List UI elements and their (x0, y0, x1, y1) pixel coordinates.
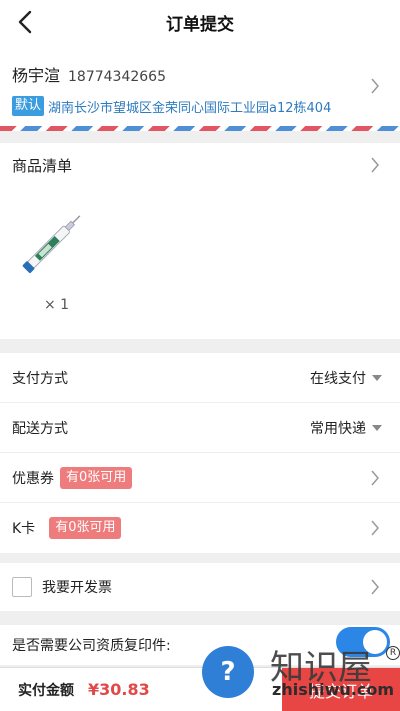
dropdown-triangle-icon (372, 375, 382, 381)
chevron-right-icon (370, 520, 380, 536)
page-title: 订单提交 (166, 14, 234, 35)
order-options: 支付方式 在线支付 配送方式 常用快递 优惠券 有0张可用 K卡 有0张可用 (0, 353, 400, 553)
coupon-row[interactable]: 优惠券 有0张可用 (0, 453, 400, 503)
kcard-row[interactable]: K卡 有0张可用 (0, 503, 400, 553)
registered-icon: R (386, 646, 400, 660)
total-amount: ¥30.83 (88, 680, 150, 699)
invoice-label: 我要开发票 (42, 580, 112, 596)
payment-method-row[interactable]: 支付方式 在线支付 (0, 353, 400, 403)
recipient-name: 杨宇渲 (12, 66, 61, 85)
dropdown-triangle-icon (372, 425, 382, 431)
invoice-row[interactable]: 我要开发票 (0, 563, 400, 611)
kcard-count-badge: 有0张可用 (49, 517, 122, 539)
qualification-label: 是否需要公司资质复印件: (12, 638, 171, 654)
delivery-method-row[interactable]: 配送方式 常用快递 (0, 403, 400, 453)
coupon-count-badge: 有0张可用 (60, 466, 133, 489)
question-monitor-icon: ? (202, 646, 254, 698)
delivery-method-value: 常用快递 (310, 420, 366, 437)
chevron-right-icon (370, 78, 380, 94)
delivery-method-label: 配送方式 (12, 420, 68, 437)
watermark-url: zhishiwu.com (272, 680, 394, 699)
coupon-label: 优惠券 (12, 470, 54, 487)
payment-method-value: 在线支付 (310, 370, 366, 387)
total-label: 实付金额 (18, 682, 74, 699)
address-card[interactable]: 杨宇渲 18774342665 默认 湖南长沙市望城区金荣同心国际工业园a12栋… (0, 44, 400, 126)
back-chevron-left-icon[interactable] (12, 8, 40, 36)
kcard-label: K卡 (12, 521, 36, 537)
top-bar: 订单提交 (0, 0, 400, 44)
chevron-right-icon (370, 579, 380, 595)
airmail-border (0, 126, 400, 131)
default-badge: 默认 (12, 96, 45, 116)
goods-list-title: 商品清单 (12, 157, 73, 175)
watermark: ? 知识屋 zhishiwu.com R (202, 640, 400, 702)
chevron-right-icon (370, 470, 380, 486)
address-text: 湖南长沙市望城区金荣同心国际工业园a12栋404 (48, 100, 332, 116)
product-quantity: × 1 (44, 297, 70, 313)
chevron-right-icon (370, 157, 380, 173)
goods-list-section[interactable]: 商品清单 × 1 (0, 143, 400, 339)
recipient-phone: 18774342665 (68, 69, 166, 85)
invoice-checkbox[interactable] (12, 577, 32, 597)
syringe-icon[interactable] (14, 201, 94, 281)
payment-method-label: 支付方式 (12, 370, 68, 387)
